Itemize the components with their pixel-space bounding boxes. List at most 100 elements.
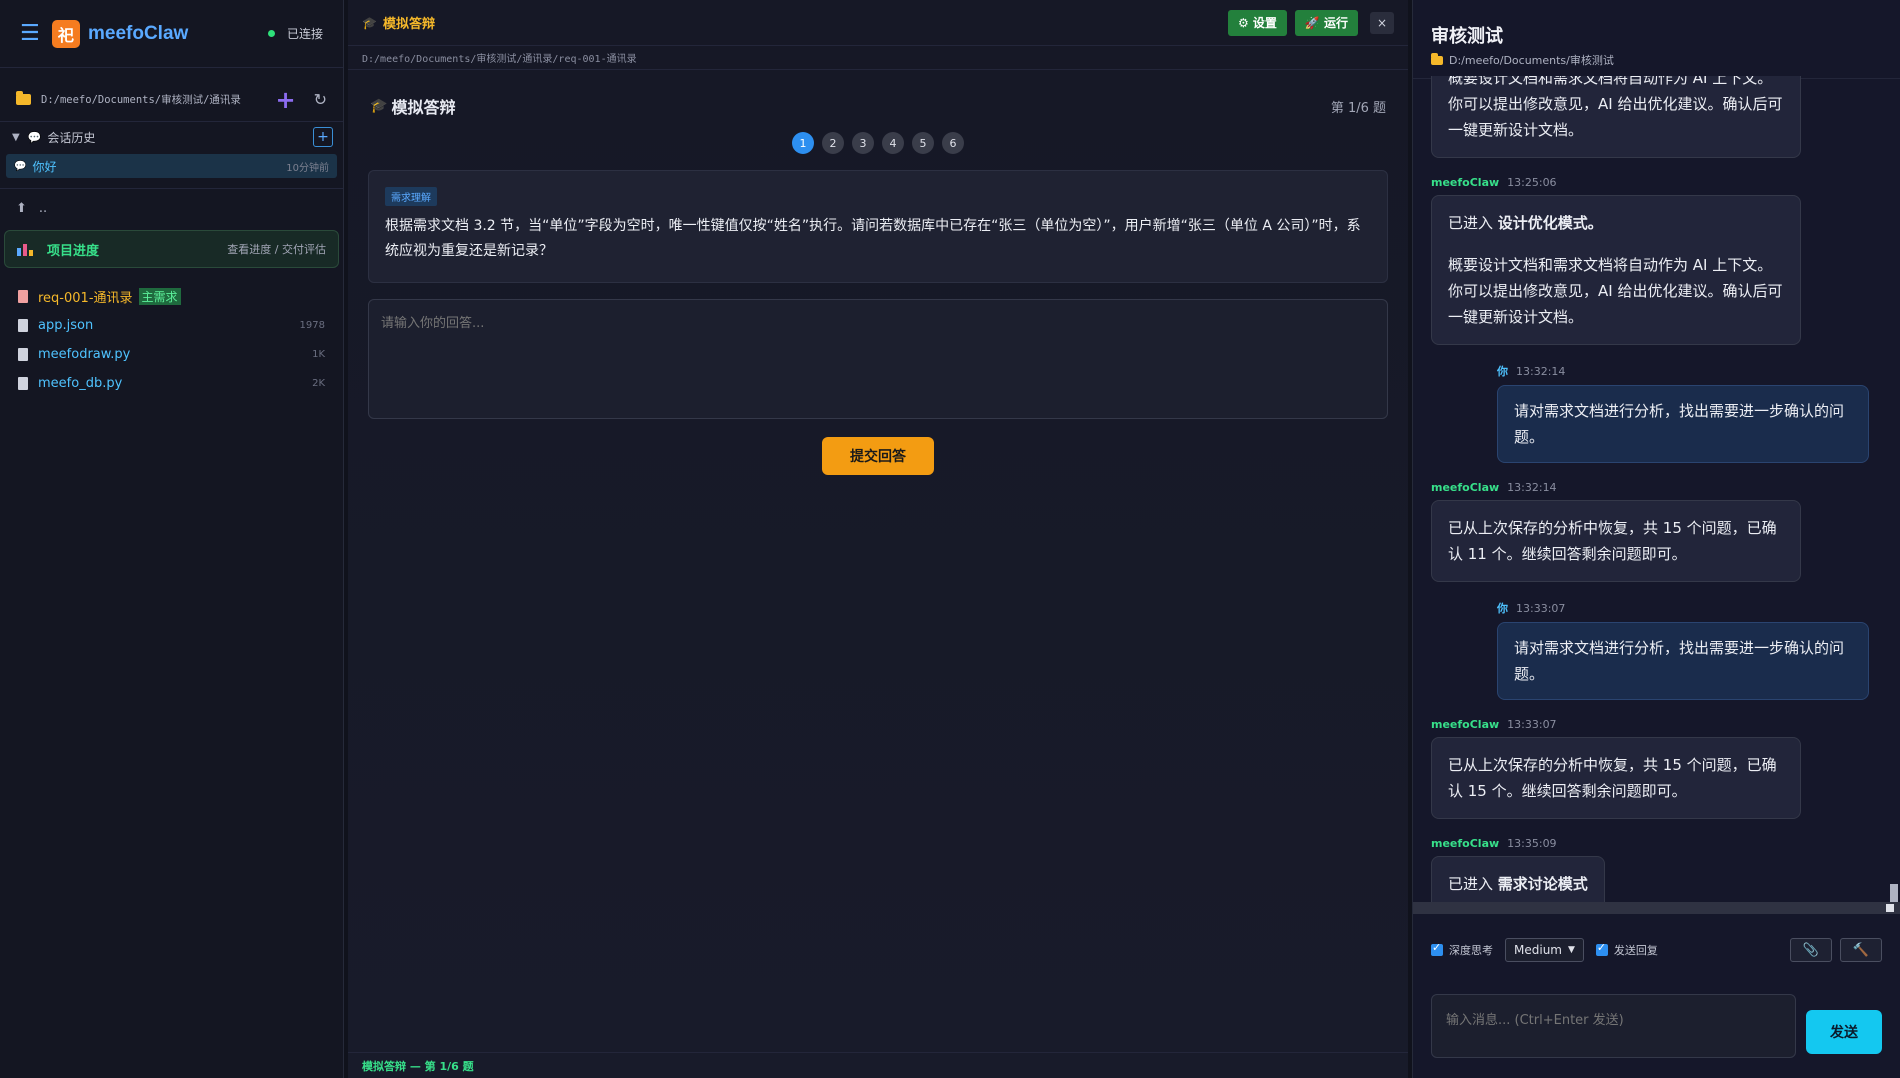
- chat-path-row: D:/meefo/Documents/审核测试: [1431, 52, 1882, 68]
- file-list: req-001-通讯录 主需求 app.json 1978 meefodraw.…: [0, 282, 343, 398]
- attach-button[interactable]: 📎: [1790, 938, 1832, 962]
- message-bot: meefoClaw 13:35:09 已进入 需求讨论模式: [1431, 837, 1882, 902]
- file-icon: [18, 348, 28, 361]
- workspace-path: D:/meefo/Documents/审核测试/通讯录: [41, 94, 241, 106]
- send-reply-label: 发送回复: [1613, 944, 1658, 957]
- close-button[interactable]: ×: [1370, 11, 1394, 34]
- file-name: meefo_db.py: [38, 376, 123, 391]
- collapse-triangle-icon[interactable]: ▼: [12, 132, 20, 143]
- graduation-cap-icon: 🎓: [370, 98, 388, 114]
- message-bubble: 已进入 需求讨论模式: [1431, 856, 1605, 902]
- project-progress-card[interactable]: 项目进度 查看进度 / 交付评估: [4, 230, 339, 268]
- chat-bubble-icon: 💬: [14, 160, 27, 172]
- connection-status: 已连接: [267, 25, 323, 42]
- workspace-path-row: D:/meefo/Documents/审核测试/通讯录 + ↻: [0, 78, 343, 122]
- file-name: meefodraw.py: [38, 347, 131, 362]
- deep-think-checkbox[interactable]: [1431, 941, 1443, 956]
- sender-name: 你: [1497, 365, 1508, 378]
- vertical-scrollbar[interactable]: [1890, 884, 1898, 902]
- page-dot[interactable]: 4: [882, 132, 904, 154]
- message-bot: 概要设计文档和需求文档将自动作为 AI 上下文。你可以提出修改意见，AI 给出优…: [1431, 76, 1882, 158]
- chevron-down-icon: ▼: [1567, 945, 1575, 955]
- file-icon: [18, 319, 28, 332]
- file-item[interactable]: meefo_db.py 2K: [0, 369, 343, 398]
- horizontal-scrollbar[interactable]: [1413, 902, 1900, 914]
- session-time: 10分钟前: [286, 162, 329, 174]
- session-name: 你好: [32, 159, 57, 174]
- message-bubble: 概要设计文档和需求文档将自动作为 AI 上下文。你可以提出修改意见，AI 给出优…: [1431, 76, 1801, 158]
- file-size: 2K: [312, 378, 325, 389]
- history-header[interactable]: ▼ 💬 会话历史 +: [0, 122, 343, 152]
- chat-path: D:/meefo/Documents/审核测试: [1449, 54, 1614, 67]
- message-list[interactable]: 概要设计文档和需求文档将自动作为 AI 上下文。你可以提出修改意见，AI 给出优…: [1413, 76, 1900, 902]
- sidebar: ☰ 祀 meefoClaw 已连接 D:/meefo/Documents/审核测…: [0, 0, 344, 1078]
- message-user: 你 13:32:14 请对需求文档进行分析，找出需要进一步确认的问题。: [1431, 363, 1882, 463]
- page-dot[interactable]: 6: [942, 132, 964, 154]
- add-button[interactable]: +: [275, 86, 295, 114]
- message-intro: 已进入: [1448, 875, 1498, 893]
- submit-answer-button[interactable]: 提交回答: [822, 437, 934, 475]
- session-item[interactable]: 💬 你好 10分钟前: [6, 154, 337, 178]
- main-requirement-tag: 主需求: [138, 288, 181, 305]
- message-bubble: 已从上次保存的分析中恢复，共 15 个问题，已确认 11 个。继续回答剩余问题即…: [1431, 500, 1801, 582]
- page-dot[interactable]: 5: [912, 132, 934, 154]
- question-count: 第 1/6 题: [1330, 100, 1386, 116]
- chat-header: 审核测试 D:/meefo/Documents/审核测试: [1413, 0, 1900, 79]
- hammer-icon: 🔨: [1852, 942, 1870, 958]
- message-input[interactable]: [1431, 994, 1796, 1058]
- message-time: 13:32:14: [1516, 364, 1566, 378]
- message-input-row: 发送: [1431, 994, 1882, 1058]
- progress-title: 项目进度: [47, 243, 100, 259]
- chat-bubble-icon: 💬: [27, 130, 42, 144]
- bar-chart-icon: [17, 242, 33, 256]
- sender-name: meefoClaw: [1431, 718, 1500, 731]
- refresh-icon[interactable]: ↻: [314, 90, 327, 109]
- question-category-tag: 需求理解: [385, 187, 437, 206]
- new-session-button[interactable]: +: [313, 127, 333, 147]
- question-pager: 1 2 3 4 5 6: [348, 132, 1408, 154]
- message-bubble: 已从上次保存的分析中恢复，共 15 个问题，已确认 15 个。继续回答剩余问题即…: [1431, 737, 1801, 819]
- message-bubble: 请对需求文档进行分析，找出需要进一步确认的问题。: [1497, 622, 1869, 700]
- menu-icon[interactable]: ☰: [20, 21, 48, 46]
- message-time: 13:35:09: [1507, 837, 1557, 850]
- folder-icon: [1431, 52, 1443, 65]
- graduation-cap-icon: 🎓: [362, 15, 377, 30]
- message-text: 概要设计文档和需求文档将自动作为 AI 上下文。你可以提出修改意见，AI 给出优…: [1448, 256, 1783, 326]
- answer-input[interactable]: [368, 299, 1388, 419]
- message-time: 13:33:07: [1516, 601, 1566, 615]
- message-bot: meefoClaw 13:33:07 已从上次保存的分析中恢复，共 15 个问题，…: [1431, 718, 1882, 819]
- panel-title: 模拟答辩: [382, 17, 435, 32]
- message-time: 13:33:07: [1507, 718, 1557, 731]
- page-dot[interactable]: 1: [792, 132, 814, 154]
- connection-label: 已连接: [286, 27, 323, 41]
- question-section-title: 模拟答辩: [391, 98, 456, 117]
- file-item[interactable]: meefodraw.py 1K: [0, 340, 343, 369]
- file-name: req-001-通讯录: [38, 291, 133, 306]
- message-user: 你 13:33:07 请对需求文档进行分析，找出需要进一步确认的问题。: [1431, 600, 1882, 700]
- sender-name: meefoClaw: [1431, 481, 1500, 494]
- send-button[interactable]: 发送: [1806, 1010, 1882, 1054]
- send-reply-checkbox[interactable]: [1595, 941, 1608, 956]
- file-item[interactable]: app.json 1978: [0, 311, 343, 340]
- effort-select[interactable]: Medium ▼: [1505, 938, 1584, 962]
- settings-button[interactable]: ⚙ 设置: [1227, 9, 1287, 36]
- history-label: 会话历史: [47, 130, 96, 145]
- brand-name: meefoClaw: [88, 22, 189, 44]
- chat-title: 审核测试: [1431, 26, 1503, 47]
- message-bot: meefoClaw 13:32:14 已从上次保存的分析中恢复，共 15 个问题，…: [1431, 481, 1882, 582]
- message-mode: 设计优化模式。: [1497, 214, 1603, 232]
- parent-dir-label: ..: [38, 201, 48, 216]
- message-time: 13:25:06: [1507, 176, 1557, 189]
- message-intro: 已进入: [1448, 214, 1498, 232]
- question-text: 根据需求文档 3.2 节，当“单位”字段为空时，唯一性键值仅按“姓名”执行。请问…: [385, 218, 1361, 259]
- effort-value: Medium: [1514, 943, 1562, 957]
- file-item[interactable]: req-001-通讯录 主需求: [0, 282, 343, 311]
- question-card: 需求理解 根据需求文档 3.2 节，当“单位”字段为空时，唯一性键值仅按“姓名”…: [368, 170, 1388, 283]
- page-dot[interactable]: 2: [822, 132, 844, 154]
- up-arrow-icon: ⬆: [16, 201, 27, 216]
- tool-button[interactable]: 🔨: [1840, 938, 1882, 962]
- parent-dir-row[interactable]: ⬆ ..: [0, 188, 343, 228]
- page-dot[interactable]: 3: [852, 132, 874, 154]
- question-header: 🎓 模拟答辩 第 1/6 题: [348, 94, 1408, 118]
- run-button[interactable]: 🚀 运行: [1294, 9, 1358, 36]
